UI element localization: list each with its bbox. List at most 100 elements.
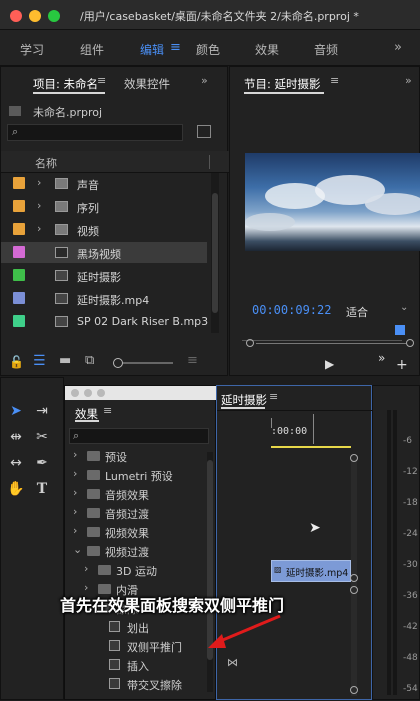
sort-icon[interactable]: ≡: [187, 353, 198, 368]
close-window-button[interactable]: [71, 389, 79, 397]
label-color-swatch[interactable]: [13, 177, 25, 189]
program-scrub-bar[interactable]: [242, 329, 402, 341]
timeline-menu-icon[interactable]: ≡: [269, 390, 278, 403]
zoom-window-button[interactable]: [97, 389, 105, 397]
label-color-swatch[interactable]: [13, 292, 25, 304]
tab-project[interactable]: 项目: 未命名: [33, 76, 98, 92]
minimize-window-button[interactable]: [84, 389, 92, 397]
project-item[interactable]: › 序列: [1, 196, 207, 217]
tab-effect-controls[interactable]: 效果控件: [124, 76, 170, 92]
effect-item[interactable]: 带交叉擦除: [65, 674, 205, 694]
label-color-swatch[interactable]: [13, 269, 25, 281]
effects-folder[interactable]: › 3D 运动: [65, 560, 205, 580]
label-color-swatch[interactable]: [13, 315, 25, 327]
fit-dropdown[interactable]: 适合: [346, 304, 368, 320]
chevron-down-icon[interactable]: ⌄: [73, 543, 82, 556]
program-menu-icon[interactable]: ≡: [330, 74, 339, 87]
panel-overflow-icon[interactable]: »: [405, 74, 412, 87]
playhead-line[interactable]: [313, 414, 314, 444]
playhead-marker[interactable]: [395, 325, 405, 335]
pen-tool-icon[interactable]: ✒: [31, 452, 53, 474]
label-color-swatch[interactable]: [13, 200, 25, 212]
zoom-window-button[interactable]: [48, 10, 60, 22]
zoom-scroll-track[interactable]: [256, 343, 406, 344]
minimize-window-button[interactable]: [29, 10, 41, 22]
effects-folder[interactable]: › 音频效果: [65, 484, 205, 504]
floating-window-titlebar[interactable]: [65, 386, 217, 400]
chevron-right-icon[interactable]: ›: [73, 467, 77, 480]
add-button-icon[interactable]: +: [396, 357, 408, 373]
program-monitor-title[interactable]: 节目: 延时摄影: [244, 76, 321, 92]
chevron-right-icon[interactable]: ›: [37, 176, 41, 189]
scroll-handle-mid[interactable]: [350, 574, 358, 582]
hand-tool-icon[interactable]: ✋: [5, 478, 27, 500]
chevron-right-icon[interactable]: ›: [73, 505, 77, 518]
effects-folder[interactable]: › 视频效果: [65, 522, 205, 542]
effects-search-input[interactable]: ⌕: [69, 428, 209, 444]
chevron-right-icon[interactable]: ›: [73, 448, 77, 461]
chevron-right-icon[interactable]: ›: [84, 562, 88, 575]
workspace-tab-color[interactable]: 颜色: [196, 41, 220, 58]
project-item[interactable]: 延时摄影.mp4: [1, 288, 207, 309]
more-controls-icon[interactable]: »: [378, 351, 385, 365]
timeline-sequence-tab[interactable]: 延时摄影: [221, 392, 267, 408]
effects-folder[interactable]: › 音频过渡: [65, 503, 205, 523]
scrollbar-thumb[interactable]: [212, 193, 218, 313]
zoom-handle-right[interactable]: [406, 339, 414, 347]
close-window-button[interactable]: [10, 10, 22, 22]
chevron-right-icon[interactable]: ›: [73, 486, 77, 499]
more-workspaces-icon[interactable]: »: [394, 40, 402, 55]
project-item[interactable]: SP 02 Dark Riser B.mp3: [1, 311, 208, 332]
project-search-input[interactable]: ⌕: [7, 124, 183, 141]
razor-tool-icon[interactable]: ✂: [31, 426, 53, 448]
play-button[interactable]: ▶: [325, 357, 334, 371]
ripple-edit-tool-icon[interactable]: ⇹: [5, 426, 27, 448]
project-item[interactable]: 黑场视频: [1, 242, 207, 263]
new-bin-from-search-icon[interactable]: [197, 125, 211, 138]
chevron-down-icon[interactable]: ⌄: [400, 302, 408, 313]
effects-folder[interactable]: › Lumetri 预设: [65, 465, 205, 485]
label-color-swatch[interactable]: [13, 223, 25, 235]
effects-menu-icon[interactable]: ≡: [103, 404, 112, 417]
project-item[interactable]: › 视频: [1, 219, 207, 240]
workspace-tab-edit[interactable]: 编辑: [140, 41, 164, 58]
freeform-view-icon[interactable]: ⧉: [85, 353, 94, 368]
lock-icon[interactable]: 🔓: [9, 355, 24, 369]
work-area-bar[interactable]: [271, 446, 351, 448]
project-item[interactable]: 延时摄影: [1, 265, 207, 286]
selection-tool-icon[interactable]: ➤: [5, 400, 27, 422]
track-select-tool-icon[interactable]: ⇥: [31, 400, 53, 422]
workspace-tab-audio[interactable]: 音频: [314, 41, 338, 58]
scroll-handle-bottom[interactable]: [350, 686, 358, 694]
workspace-tab-effects[interactable]: 效果: [255, 41, 279, 58]
effect-item[interactable]: 插入: [65, 655, 205, 675]
icon-view-icon[interactable]: ▬: [59, 353, 71, 368]
program-video-frame[interactable]: [245, 153, 420, 251]
scroll-handle-top[interactable]: [350, 454, 358, 462]
effect-item[interactable]: 划出: [65, 617, 205, 637]
chevron-right-icon[interactable]: ›: [73, 524, 77, 537]
project-menu-icon[interactable]: ≡: [97, 74, 106, 87]
effect-item[interactable]: 双侧平推门: [65, 636, 205, 656]
workspace-tab-assembly[interactable]: 组件: [80, 41, 104, 58]
scroll-handle-mid2[interactable]: [350, 586, 358, 594]
label-color-swatch[interactable]: [13, 246, 25, 258]
timeline-clip[interactable]: ▨ 延时摄影.mp4: [271, 560, 351, 582]
project-scrollbar[interactable]: [211, 173, 219, 333]
slip-tool-icon[interactable]: ↔: [5, 452, 27, 474]
effects-folder[interactable]: › 预设: [65, 446, 205, 466]
zoom-slider-handle[interactable]: [113, 358, 123, 368]
effects-folder[interactable]: ⌄ 视频过渡: [65, 541, 205, 561]
chevron-right-icon[interactable]: ›: [37, 199, 41, 212]
project-item[interactable]: › 声音: [1, 173, 207, 194]
column-name-label[interactable]: 名称: [35, 155, 57, 171]
type-tool-icon[interactable]: T: [31, 478, 53, 500]
workspace-menu-icon[interactable]: ≡: [170, 40, 181, 55]
workspace-tab-learn[interactable]: 学习: [20, 41, 44, 58]
panel-overflow-icon[interactable]: »: [201, 74, 208, 87]
playhead-timecode[interactable]: 00:00:09:22: [252, 303, 331, 317]
chevron-right-icon[interactable]: ›: [37, 222, 41, 235]
zoom-slider-track[interactable]: [123, 362, 173, 364]
zoom-handle-left[interactable]: [246, 339, 254, 347]
list-view-icon[interactable]: ☰: [33, 353, 46, 369]
